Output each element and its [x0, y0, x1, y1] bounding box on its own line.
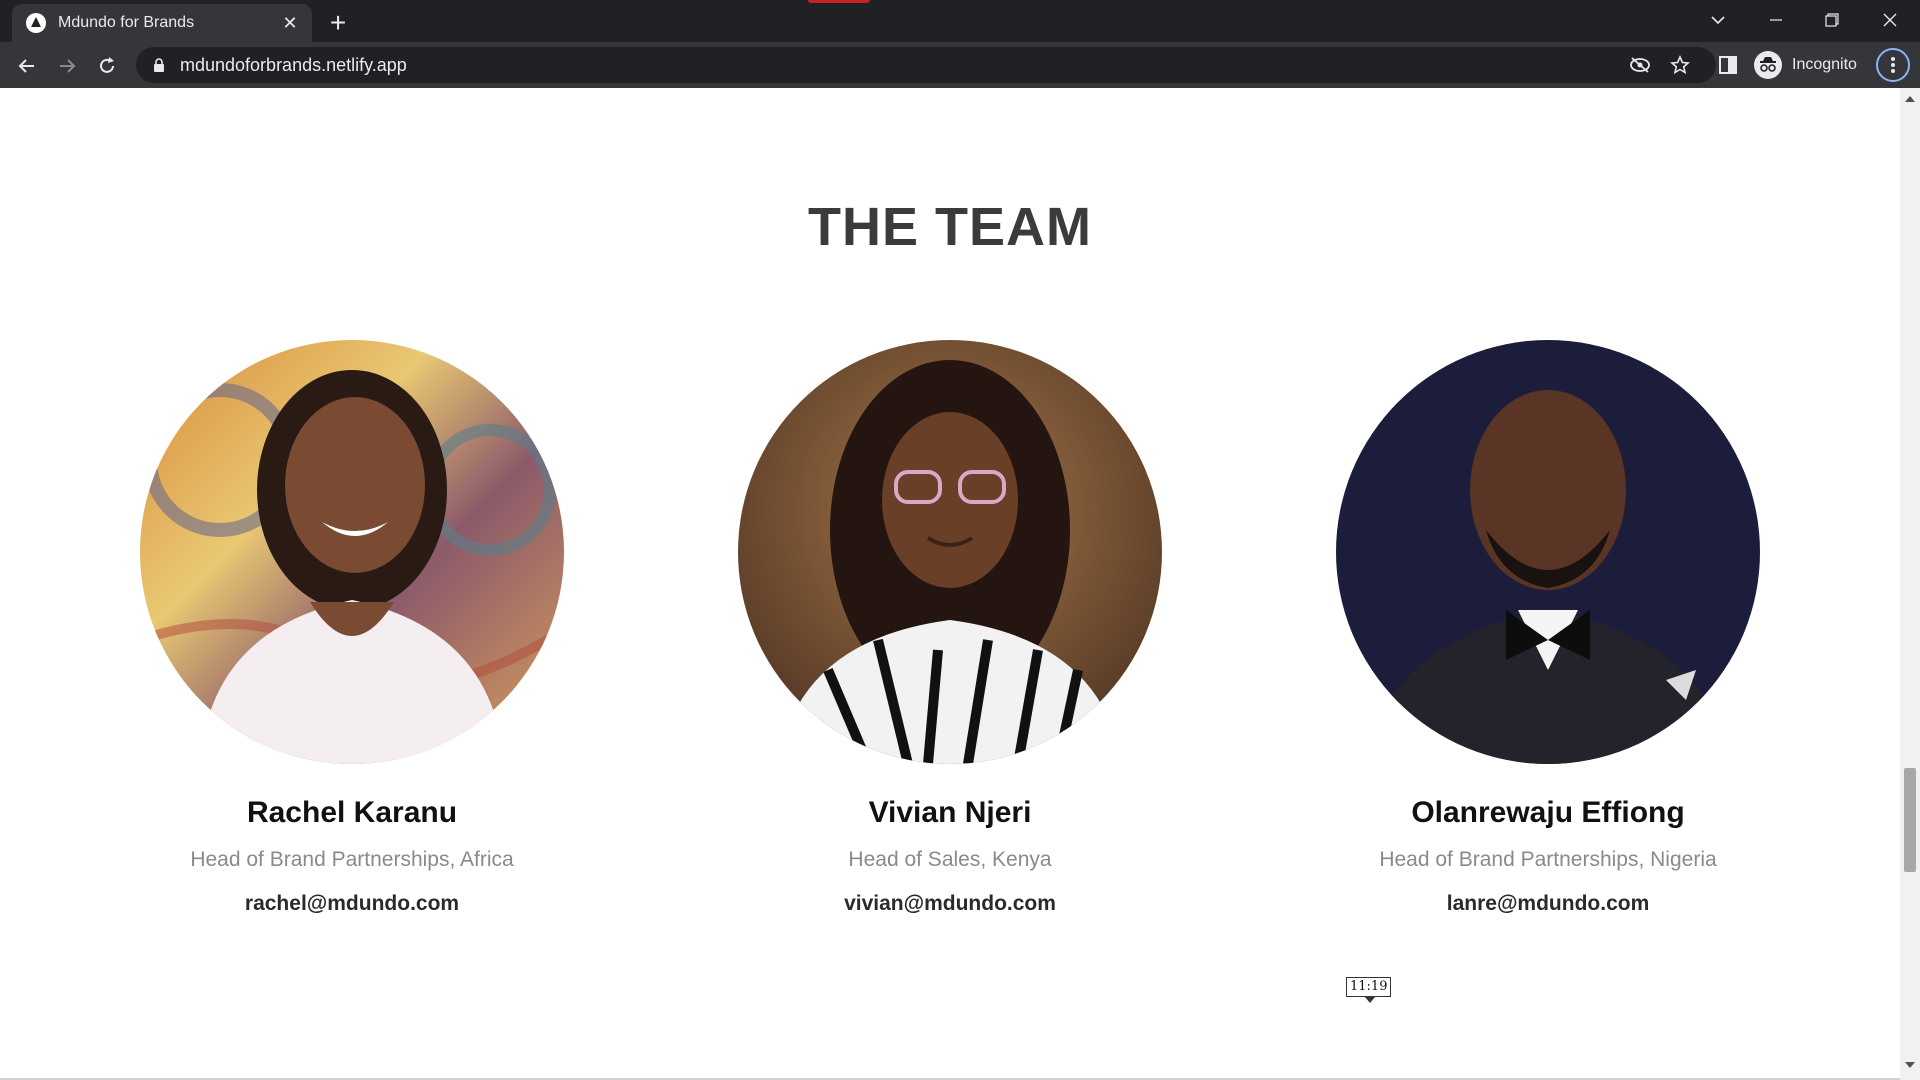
- team-member-card: Olanrewaju Effiong Head of Brand Partner…: [1248, 340, 1848, 916]
- member-email-link[interactable]: rachel@mdundo.com: [52, 892, 652, 916]
- arrow-right-icon: [60, 59, 76, 73]
- close-icon: [1883, 13, 1897, 27]
- member-photo: [140, 340, 564, 764]
- minimize-button[interactable]: [1748, 0, 1804, 40]
- browser-menu-button[interactable]: [1876, 48, 1910, 82]
- member-email-link[interactable]: vivian@mdundo.com: [650, 892, 1250, 916]
- member-name: Olanrewaju Effiong: [1411, 796, 1685, 829]
- browser-toolbar: mdundoforbrands.netlify.app Incognito: [0, 42, 1920, 88]
- member-role: Head of Brand Partnerships, Nigeria: [1379, 848, 1717, 871]
- star-icon: [1670, 55, 1690, 75]
- close-window-button[interactable]: [1862, 0, 1918, 40]
- back-button[interactable]: [10, 49, 44, 83]
- profile-label: Incognito: [1792, 56, 1857, 73]
- member-photo: [738, 340, 1162, 764]
- tracking-protection-button[interactable]: [1622, 47, 1658, 83]
- member-name: Rachel Karanu: [246, 796, 458, 829]
- page-scrollbar[interactable]: [1900, 88, 1920, 1080]
- new-tab-button[interactable]: +: [322, 8, 354, 40]
- scrollbar-thumb[interactable]: [1904, 768, 1916, 872]
- profile-button[interactable]: Incognito: [1754, 48, 1857, 82]
- more-vert-icon: [1891, 57, 1895, 73]
- tab-search-button[interactable]: [1690, 0, 1746, 40]
- arrow-left-icon: [18, 59, 34, 73]
- recording-indicator: [808, 0, 870, 3]
- browser-chrome: Mdundo for Brands ✕ + mdundoforbrands.ne…: [0, 0, 1920, 88]
- tab-title: Mdundo for Brands: [58, 14, 195, 31]
- restore-button[interactable]: [1804, 0, 1860, 40]
- scroll-down-arrow-icon[interactable]: [1905, 1062, 1915, 1068]
- member-role: Head of Brand Partnerships, Africa: [190, 848, 514, 871]
- member-photo: [1336, 340, 1760, 764]
- scroll-up-arrow-icon[interactable]: [1905, 96, 1915, 102]
- side-panel-button[interactable]: [1710, 47, 1746, 83]
- team-member-card: Vivian Njeri Head of Sales, Kenya vivian…: [650, 340, 1250, 916]
- forward-button[interactable]: [50, 49, 84, 83]
- address-bar[interactable]: mdundoforbrands.netlify.app: [136, 47, 1716, 83]
- tab-close-icon[interactable]: ✕: [278, 11, 302, 35]
- browser-tab[interactable]: Mdundo for Brands ✕: [12, 4, 312, 42]
- team-section-title: THE TEAM: [808, 197, 1092, 257]
- lock-icon: [150, 56, 168, 74]
- member-role: Head of Sales, Kenya: [848, 848, 1052, 871]
- url-text: mdundoforbrands.netlify.app: [180, 54, 407, 75]
- chevron-down-icon: [1711, 16, 1725, 25]
- member-name: Vivian Njeri: [868, 796, 1032, 829]
- incognito-icon: [1754, 51, 1782, 79]
- minimize-icon: [1770, 19, 1782, 21]
- member-email-link[interactable]: lanre@mdundo.com: [1248, 892, 1848, 916]
- reload-button[interactable]: [90, 49, 124, 83]
- side-panel-icon: [1719, 56, 1737, 74]
- site-favicon-icon: [26, 13, 46, 33]
- tab-strip: Mdundo for Brands ✕ +: [0, 0, 1920, 42]
- restore-icon: [1825, 13, 1839, 27]
- page-viewport: THE TEAM Rachel Karanu Head of Brand Par…: [0, 88, 1900, 1080]
- reload-icon: [100, 57, 114, 73]
- team-member-card: Rachel Karanu Head of Brand Partnerships…: [52, 340, 652, 916]
- time-tooltip: 11:19: [1346, 977, 1392, 1003]
- bookmark-button[interactable]: [1662, 47, 1698, 83]
- eye-off-icon: [1630, 57, 1650, 73]
